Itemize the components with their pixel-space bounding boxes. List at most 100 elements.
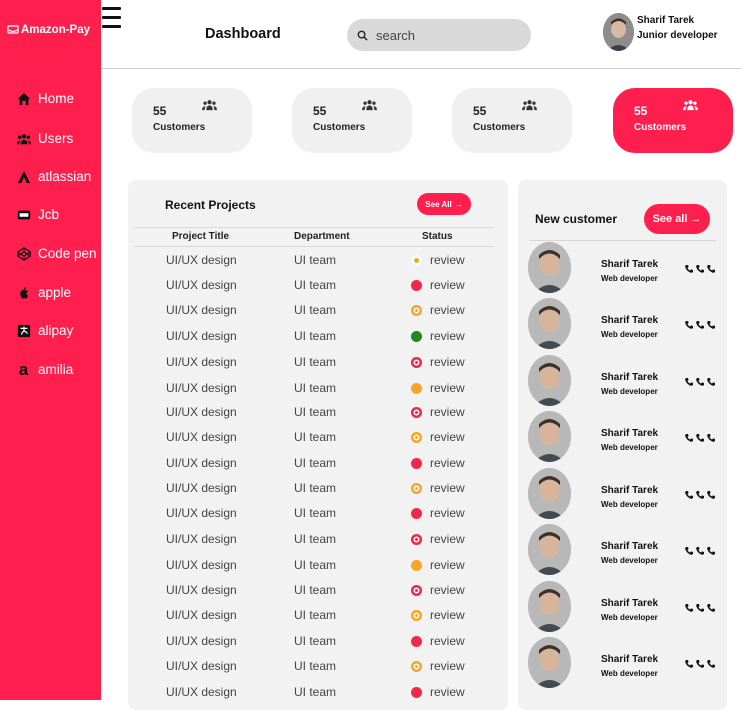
project-status: review [430,583,465,597]
user-role: Junior developer [637,30,718,41]
project-status: review [430,506,465,520]
amilia-icon: a [18,360,29,379]
search-box[interactable] [347,19,531,51]
stat-card-customers[interactable]: 55 Customers [292,88,412,153]
phone-icon[interactable] [684,320,716,330]
customer-name: Sharif Tarek [601,259,659,270]
avatar[interactable] [528,355,571,406]
avatar[interactable] [528,637,571,688]
column-header[interactable]: Department [294,231,350,242]
table-row[interactable]: UI/UX design UI team review [128,579,508,601]
new-customer-panel: New customer See all → Sharif Tarek Web d… [518,180,727,710]
button-label: See All [425,199,452,209]
table-row[interactable]: UI/UX design UI team review [128,477,508,499]
project-department: UI team [294,481,337,495]
project-department: UI team [294,253,337,267]
avatar[interactable] [528,411,571,462]
project-department: UI team [294,381,337,395]
sidebar-item-label: Jcb [38,207,60,222]
status-indicator-icon [411,508,422,519]
phone-icon[interactable] [684,603,716,613]
users-icon [16,131,31,146]
phone-icon[interactable] [684,659,716,669]
sidebar-item-jcb[interactable]: Jcb [16,207,59,222]
customer-item[interactable]: Sharif Tarek Web developer [528,355,723,411]
customer-item[interactable]: Sharif Tarek Web developer [528,242,723,298]
project-department: UI team [294,329,337,343]
avatar[interactable] [528,581,571,632]
customer-item[interactable]: Sharif Tarek Web developer [528,298,723,354]
project-title: UI/UX design [166,405,237,419]
project-title: UI/UX design [166,430,237,444]
customer-item[interactable]: Sharif Tarek Web developer [528,411,723,467]
sidebar-item-alipay[interactable]: alipay [16,323,73,338]
avatar[interactable] [528,242,571,293]
project-title: UI/UX design [166,456,237,470]
arrow-right-icon: → [690,213,702,225]
table-row[interactable]: UI/UX design UI team review [128,502,508,524]
stat-card-customers-active[interactable]: 55 Customers [613,88,733,153]
stat-card-customers[interactable]: 55 Customers [132,88,252,153]
project-department: UI team [294,405,337,419]
home-icon [16,91,31,106]
sidebar-item-home[interactable]: Home [16,91,74,106]
table-row[interactable]: UI/UX design UI team review [128,325,508,347]
customer-name: Sharif Tarek [601,654,659,665]
search-input[interactable] [376,27,516,43]
status-indicator-icon [411,661,422,672]
customer-name: Sharif Tarek [601,428,659,439]
table-row[interactable]: UI/UX design UI team review [128,351,508,373]
table-row[interactable]: UI/UX design UI team review [128,604,508,626]
sidebar-item-codepen[interactable]: Code pen [16,246,97,261]
column-header[interactable]: Status [422,231,453,242]
sidebar: Amazon-Pay Home Users atlassian Jcb Code… [0,0,101,700]
hamburger-menu-icon[interactable] [102,7,121,28]
table-row[interactable]: UI/UX design UI team review [128,426,508,448]
phone-icon[interactable] [684,264,716,274]
customer-role: Web developer [601,387,658,396]
customer-item[interactable]: Sharif Tarek Web developer [528,468,723,524]
avatar[interactable] [528,298,571,349]
project-department: UI team [294,506,337,520]
table-row[interactable]: UI/UX design UI team review [128,401,508,423]
phone-icon[interactable] [684,490,716,500]
table-row[interactable]: UI/UX design UI team review [128,249,508,271]
table-row[interactable]: UI/UX design UI team review [128,377,508,399]
table-row[interactable]: UI/UX design UI team review [128,630,508,652]
project-status: review [430,278,465,292]
customer-item[interactable]: Sharif Tarek Web developer [528,637,723,693]
see-all-projects-button[interactable]: See All → [417,193,471,215]
avatar[interactable] [528,524,571,575]
customer-name: Sharif Tarek [601,372,659,383]
table-row[interactable]: UI/UX design UI team review [128,274,508,296]
customer-item[interactable]: Sharif Tarek Web developer [528,524,723,580]
sidebar-item-apple[interactable]: apple [16,285,71,300]
panel-title: New customer [535,212,618,226]
project-department: UI team [294,558,337,572]
phone-icon[interactable] [684,433,716,443]
table-row[interactable]: UI/UX design UI team review [128,452,508,474]
stat-value: 55 [313,104,327,118]
table-row[interactable]: UI/UX design UI team review [128,528,508,550]
customer-item[interactable]: Sharif Tarek Web developer [528,581,723,637]
status-indicator-icon [411,305,422,316]
sidebar-item-users[interactable]: Users [16,131,73,146]
stat-card-customers[interactable]: 55 Customers [452,88,572,153]
user-avatar[interactable] [603,13,634,51]
panel-title: Recent Projects [165,198,256,212]
avatar[interactable] [528,468,571,519]
page-title: Dashboard [205,26,281,42]
table-row[interactable]: UI/UX design UI team review [128,299,508,321]
see-all-customers-button[interactable]: See all → [644,204,710,234]
column-header[interactable]: Project Title [172,231,229,242]
sidebar-item-amilia[interactable]: a amilia [16,360,74,379]
project-status: review [430,532,465,546]
brand-logo[interactable]: Amazon-Pay [7,24,90,36]
sidebar-item-label: alipay [38,323,74,338]
table-row[interactable]: UI/UX design UI team review [128,554,508,576]
phone-icon[interactable] [684,377,716,387]
phone-icon[interactable] [684,546,716,556]
table-row[interactable]: UI/UX design UI team review [128,655,508,677]
sidebar-item-atlassian[interactable]: atlassian [16,169,91,184]
button-label: See all [652,213,688,225]
